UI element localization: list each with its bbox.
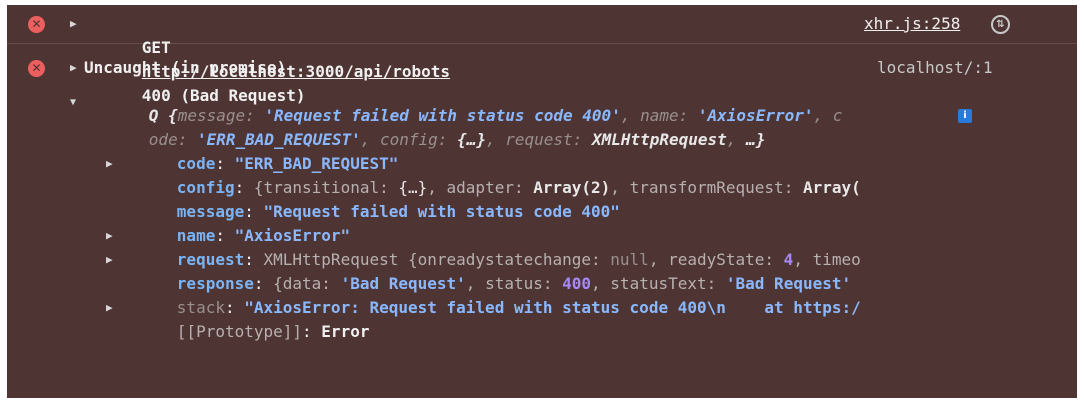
error-header: Uncaught (in promise) [84, 58, 287, 77]
info-icon[interactable]: i [958, 109, 972, 123]
source-link[interactable]: xhr.js:258 [864, 12, 960, 36]
devtools-console: ✕ ▶ GET http://localhost:3000/api/robots… [7, 5, 1077, 398]
expand-triangle-icon[interactable]: ▶ [106, 224, 113, 248]
console-entry-uncaught-error: ✕ ▶ Uncaught (in promise) localhost/:1 ▼… [7, 45, 1077, 398]
expand-triangle-icon[interactable]: ▶ [70, 56, 77, 80]
object-summary-line-1[interactable]: Q {message: 'Request failed with status … [91, 80, 843, 125]
prop-config[interactable]: config: {transitional: {…}, adapter: Arr… [119, 152, 861, 197]
network-request-line: GET http://localhost:3000/api/robots 400… [84, 12, 450, 105]
expand-triangle-icon[interactable]: ▶ [106, 152, 113, 176]
collapse-triangle-icon[interactable]: ▼ [70, 97, 76, 109]
prop-message: message: "Request failed with status cod… [176, 202, 620, 221]
prop-request[interactable]: request: XMLHttpRequest {onreadystatecha… [119, 224, 861, 269]
prop-response[interactable]: response: {data: 'Bad Request', status: … [119, 248, 851, 293]
error-icon: ✕ [28, 16, 45, 33]
error-icon: ✕ [28, 60, 45, 77]
expand-triangle-icon[interactable]: ▶ [106, 296, 113, 320]
expand-triangle-icon[interactable]: ▶ [106, 248, 113, 272]
prop-name: name: "AxiosError" [176, 226, 351, 245]
source-link[interactable]: localhost/:1 [877, 56, 993, 80]
object-summary-line-2[interactable]: ode: 'ERR_BAD_REQUEST', config: {…}, req… [91, 104, 766, 149]
prop-code: code: "ERR_BAD_REQUEST" [176, 154, 399, 173]
prop-prototype[interactable]: [[Prototype]]: Error [119, 296, 370, 341]
console-entry-network-error: ✕ ▶ GET http://localhost:3000/api/robots… [7, 5, 1077, 105]
expand-triangle-icon[interactable]: ▶ [70, 12, 77, 36]
source-map-icon[interactable]: ⇅ [991, 15, 1010, 34]
prop-stack: stack: "AxiosError: Request failed with … [176, 298, 861, 317]
